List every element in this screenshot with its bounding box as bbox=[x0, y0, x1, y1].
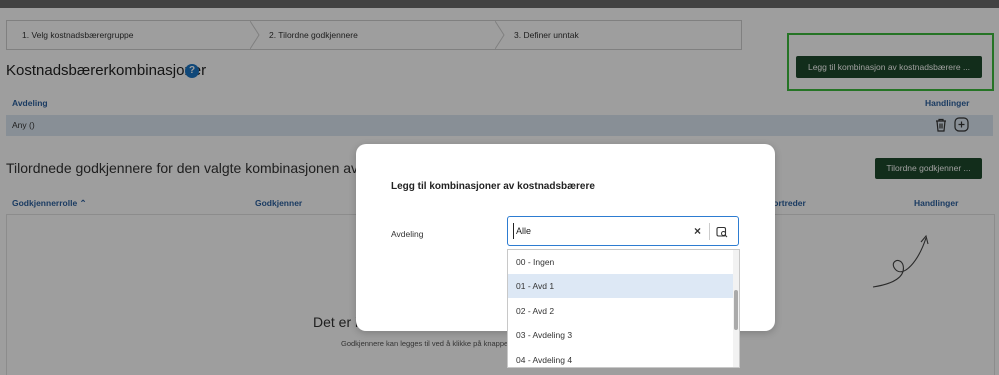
combobox-divider bbox=[709, 223, 710, 240]
dropdown-option[interactable]: 03 - Avdeling 3 bbox=[508, 323, 734, 347]
dropdown-scroll-thumb[interactable] bbox=[734, 290, 738, 330]
dialog-title: Legg til kombinasjoner av kostnadsbærere bbox=[391, 181, 595, 192]
department-input[interactable] bbox=[513, 223, 676, 239]
dropdown-option[interactable]: 00 - Ingen bbox=[508, 250, 734, 274]
dropdown-option[interactable]: 04 - Avdeling 4 bbox=[508, 348, 734, 367]
dropdown-scrollbar[interactable] bbox=[733, 250, 739, 367]
dropdown-option-selected[interactable]: 01 - Avd 1 bbox=[508, 274, 734, 298]
department-field-label: Avdeling bbox=[391, 229, 424, 239]
clear-icon[interactable]: × bbox=[694, 224, 701, 238]
dropdown-option[interactable]: 02 - Avd 2 bbox=[508, 299, 734, 323]
department-dropdown-list: 00 - Ingen 01 - Avd 1 02 - Avd 2 03 - Av… bbox=[507, 249, 740, 368]
department-combobox[interactable]: × bbox=[507, 216, 739, 246]
lookup-icon[interactable] bbox=[716, 225, 728, 238]
